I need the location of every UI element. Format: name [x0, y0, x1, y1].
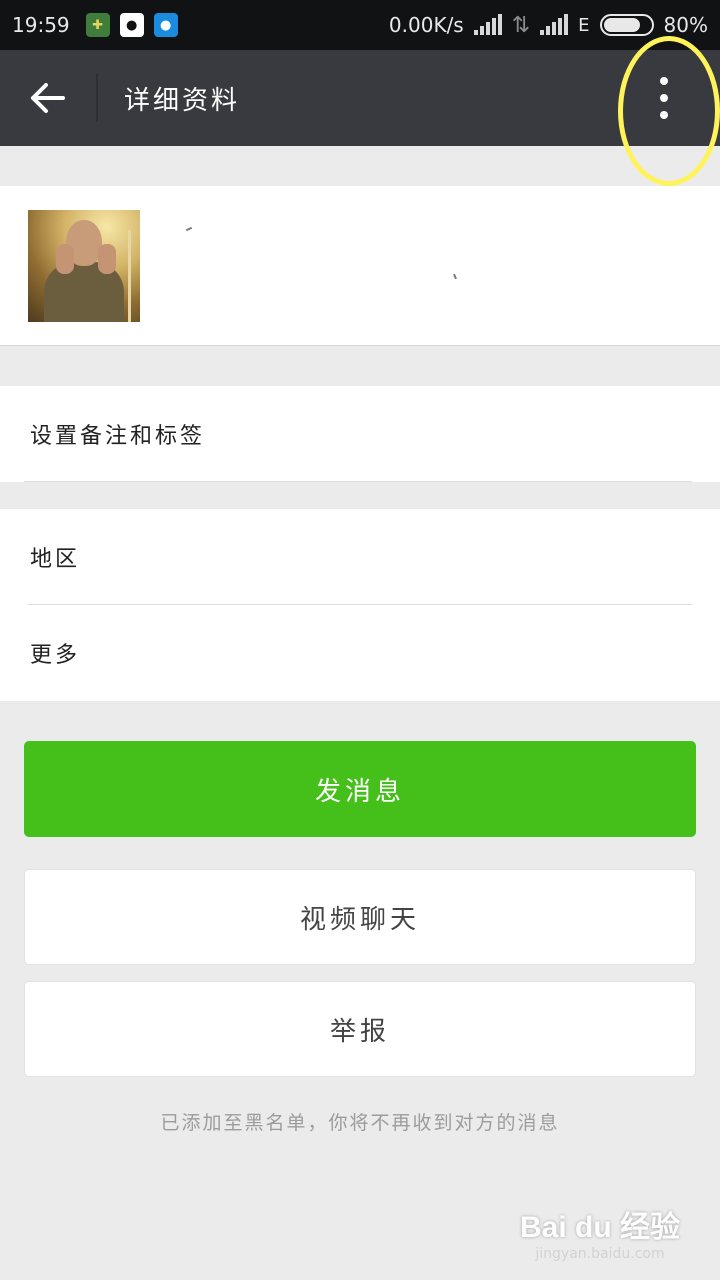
- page-title: 详细资料: [124, 85, 241, 116]
- avatar-detail: [98, 244, 116, 274]
- watermark-main: Bai du 经验: [519, 1211, 680, 1244]
- blacklist-notice: 已添加至黑名单，你将不再收到对方的消息: [160, 1112, 560, 1134]
- avatar-detail: [56, 244, 74, 274]
- water-drop-icon: ●: [153, 13, 178, 37]
- network-type: E: [578, 14, 590, 36]
- avatar[interactable]: [28, 210, 140, 322]
- set-remark-and-tags-row[interactable]: 设置备注和标签: [0, 386, 720, 482]
- send-message-button[interactable]: 发消息: [24, 741, 696, 837]
- redacted-mark: [185, 226, 193, 232]
- app-bar-divider: [96, 74, 98, 122]
- status-left: 19:59 ✚ ● ●: [12, 13, 178, 37]
- app-bar: 详细资料: [0, 50, 720, 146]
- status-bar: 19:59 ✚ ● ● 0.00K/s ⇅ E 80%: [0, 0, 720, 50]
- remark-group: 设置备注和标签: [0, 386, 720, 482]
- redacted-mark: [453, 273, 457, 280]
- more-label: 更多: [30, 643, 81, 668]
- data-transfer-icon: ⇅: [511, 12, 531, 38]
- more-row[interactable]: 更多: [0, 605, 720, 701]
- battery-icon: [599, 14, 654, 36]
- arrow-left-icon: [31, 83, 65, 113]
- video-chat-button[interactable]: 视频聊天: [24, 869, 696, 965]
- dot: [660, 111, 668, 119]
- region-label: 地区: [30, 547, 81, 572]
- signal-icon-2: [540, 14, 569, 35]
- net-speed: 0.00K/s: [388, 13, 464, 37]
- battery-percent: 80%: [663, 13, 708, 37]
- status-time: 19:59: [12, 13, 70, 37]
- report-button[interactable]: 举报: [24, 981, 696, 1077]
- divider: [24, 481, 692, 482]
- vertical-dots-icon: [660, 77, 668, 85]
- info-group: 地区 更多: [0, 509, 720, 701]
- region-row: 地区: [0, 509, 720, 605]
- more-options-button[interactable]: [636, 50, 692, 146]
- shield-icon: ✚: [85, 13, 110, 37]
- dot: [660, 94, 668, 102]
- qq-icon: ●: [119, 13, 144, 37]
- avatar-detail: [128, 230, 131, 322]
- watermark-sub: jingyan.baidu.com: [535, 1246, 665, 1262]
- remark-tags-label: 设置备注和标签: [30, 424, 206, 449]
- status-right: 0.00K/s ⇅ E 80%: [389, 13, 708, 38]
- baidu-watermark: Bai du 经验 jingyan.baidu.com: [520, 1202, 680, 1262]
- back-button[interactable]: [0, 50, 96, 146]
- profile-card[interactable]: [0, 186, 720, 346]
- signal-icon: [473, 14, 502, 35]
